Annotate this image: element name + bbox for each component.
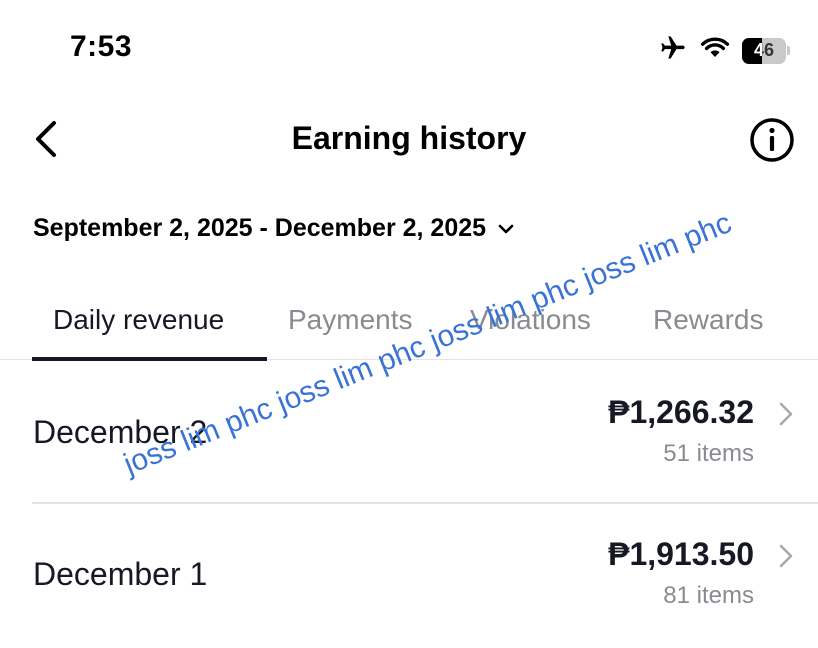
- status-time: 7:53: [70, 30, 133, 63]
- revenue-row[interactable]: December 1 ₱1,913.50 81 items: [0, 502, 818, 644]
- info-button[interactable]: [748, 116, 796, 164]
- battery-level: 46: [754, 40, 775, 60]
- revenue-row[interactable]: December 2 ₱1,266.32 51 items: [0, 360, 818, 502]
- chevron-right-icon: [779, 544, 793, 568]
- info-icon: [750, 118, 794, 162]
- row-item-count: 81 items: [663, 582, 754, 609]
- page-title: Earning history: [291, 120, 527, 156]
- wifi-icon: [700, 36, 730, 65]
- status-icons: 46: [658, 34, 790, 67]
- airplane-icon: [658, 34, 688, 67]
- chevron-right-icon: [779, 402, 793, 426]
- row-item-count: 51 items: [663, 440, 754, 467]
- tab-rewards[interactable]: Rewards: [653, 304, 763, 336]
- battery-icon: 46: [742, 37, 790, 64]
- chevron-down-icon: [498, 224, 514, 233]
- status-bar: 7:53 46: [0, 0, 818, 96]
- tab-violations[interactable]: Violations: [470, 304, 591, 336]
- tab-bar: Daily revenue Payments Violations Reward…: [0, 290, 818, 361]
- row-date: December 1: [33, 556, 208, 592]
- row-amount: ₱1,266.32: [608, 394, 754, 430]
- revenue-list: December 2 ₱1,266.32 51 items December 1…: [0, 360, 818, 644]
- row-amount: ₱1,913.50: [608, 536, 754, 572]
- row-date: December 2: [33, 414, 208, 450]
- tab-payments[interactable]: Payments: [288, 304, 413, 336]
- date-range-label: September 2, 2025 - December 2, 2025: [33, 214, 487, 242]
- date-range-selector[interactable]: September 2, 2025 - December 2, 2025: [33, 214, 514, 243]
- header: Earning history: [0, 100, 818, 180]
- tab-daily-revenue[interactable]: Daily revenue: [53, 304, 224, 336]
